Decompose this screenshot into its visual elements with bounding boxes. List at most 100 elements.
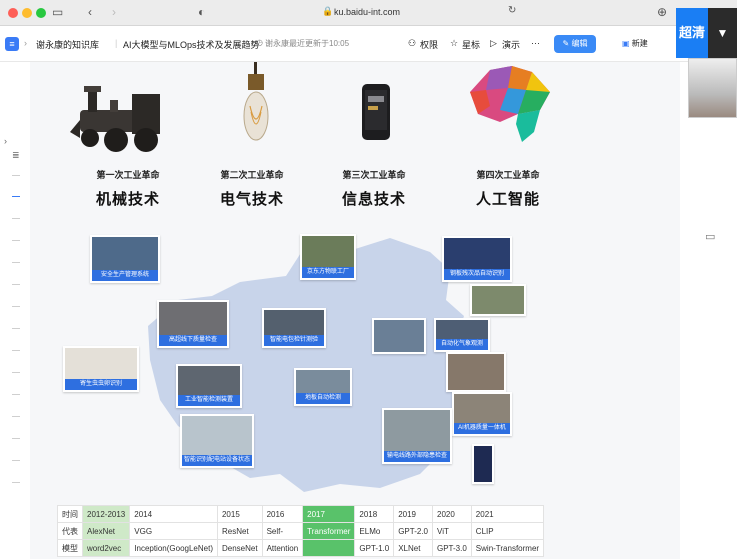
photo-caption: 智能识别配电站设备状态 xyxy=(182,455,252,466)
outline-entry[interactable] xyxy=(12,350,20,351)
breadcrumb-separator: | xyxy=(115,38,118,48)
close-window-button[interactable] xyxy=(8,8,18,18)
outline-entry[interactable] xyxy=(12,328,20,329)
model-cell: CLIP xyxy=(470,522,545,540)
outline-entry[interactable] xyxy=(12,240,20,241)
download-icon[interactable]: ⊕ xyxy=(657,5,667,19)
outline-icon[interactable]: ≣ xyxy=(12,150,20,161)
comment-icon[interactable]: ▭ xyxy=(705,230,715,243)
slide-image: 第一次工业革命 机械技术 第二次工业革命 电气技术 第三次工业革命 信息技术 第… xyxy=(30,62,680,559)
privacy-shield-icon[interactable]: ◐ xyxy=(198,5,205,19)
outline-entry[interactable] xyxy=(12,306,20,307)
back-icon[interactable]: ‹ xyxy=(88,5,92,19)
photo-floor: 地板自动检测 xyxy=(294,368,352,406)
photo-caption: 智能电包检针测验 xyxy=(264,335,324,346)
expand-outline-icon[interactable]: › xyxy=(4,136,7,146)
era-4-subtitle: 第四次工业革命 xyxy=(476,170,540,180)
photo-small-4 xyxy=(472,444,494,484)
photo-caption: 地板自动检测 xyxy=(296,393,350,404)
outline-entry[interactable] xyxy=(12,394,20,395)
quality-dropdown-icon[interactable]: ▼ xyxy=(708,8,737,58)
outline-entry-active[interactable] xyxy=(12,196,20,197)
model-cell: word2vec xyxy=(81,539,131,557)
era-4: 第四次工业革命 人工智能 xyxy=(458,168,558,209)
edison-bulb-illustration xyxy=(243,62,269,141)
doc-title: AI大模型与MLOps技术及发展趋势 xyxy=(123,40,260,50)
photo-small-1 xyxy=(470,284,526,316)
photo-caption: 安全生产管理系统 xyxy=(92,270,158,281)
outline-entry[interactable] xyxy=(12,372,20,373)
era-3-subtitle: 第三次工业革命 xyxy=(342,170,406,180)
outline-entry[interactable] xyxy=(12,218,20,219)
outline-entry[interactable] xyxy=(12,416,20,417)
photo-safety-mgmt: 安全生产管理系统 xyxy=(90,235,160,283)
update-note: 谢永康最近更新于10:05 xyxy=(265,39,350,48)
year-cell: 2014 xyxy=(129,505,218,523)
model-cell: Swin-Transformer xyxy=(470,539,545,557)
model-cell: GPT-1.0 xyxy=(354,539,395,557)
edit-button[interactable]: ✎ 编辑 xyxy=(554,35,596,53)
model-cell: ELMo xyxy=(354,522,395,540)
lock-icon: 🔒 xyxy=(322,6,334,16)
zoom-window-button[interactable] xyxy=(36,8,46,18)
era-1-title: 机械技术 xyxy=(95,191,160,208)
year-cell: 2020 xyxy=(432,505,472,523)
outline-entry[interactable] xyxy=(12,460,20,461)
year-cell: 2018 xyxy=(354,505,395,523)
table-row: 模型 word2vec Inception(GoogLeNet) DenseNe… xyxy=(57,539,545,557)
photo-caption: 自动化气象观测 xyxy=(436,339,488,350)
model-cell: Self- xyxy=(261,522,304,540)
star-icon[interactable]: ☆ xyxy=(450,38,458,49)
model-cell: GPT-2.0 xyxy=(393,522,433,540)
outline-entry[interactable] xyxy=(12,438,20,439)
photo-boe-factory: 京东方物联工厂 xyxy=(300,234,356,280)
outline-entry[interactable] xyxy=(12,482,20,483)
new-doc-button[interactable]: ▣ 新建 xyxy=(622,38,648,49)
star-button[interactable]: 星标 xyxy=(462,38,480,51)
outline-entry[interactable] xyxy=(12,175,20,176)
speaker-video-thumbnail[interactable] xyxy=(688,58,737,118)
year-cell: 2015 xyxy=(216,505,263,523)
model-cell: GPT-3.0 xyxy=(432,539,472,557)
video-quality-button[interactable]: 超清 xyxy=(676,8,708,58)
era-4-title: 人工智能 xyxy=(475,191,540,208)
model-cell: AlexNet xyxy=(81,522,131,540)
edit-label: 编辑 xyxy=(571,39,588,48)
model-cell: Inception(GoogLeNet) xyxy=(129,539,218,557)
row-label: 模型 xyxy=(57,539,83,557)
table-row: 时间 2012-2013 2014 2015 2016 2017 2018 20… xyxy=(57,505,545,523)
photo-caption: 京东方物联工厂 xyxy=(302,267,354,278)
model-cell xyxy=(302,539,356,557)
photo-ai-machine: AI机器质量一体机 xyxy=(452,392,512,436)
clock-icon: ◷ xyxy=(256,38,263,47)
present-button[interactable]: 演示 xyxy=(502,38,520,51)
ai-brain-illustration xyxy=(470,66,550,142)
kb-breadcrumb[interactable]: 谢永康的知识库 xyxy=(36,38,99,51)
photo-caption: 钢板残次品自动识别 xyxy=(444,269,510,280)
model-cell: ViT xyxy=(432,522,472,540)
knowledge-base-icon[interactable]: ≡ xyxy=(5,37,19,51)
photo-power-line: 输电线路外部隐患检查 xyxy=(382,408,452,464)
more-button[interactable]: ··· xyxy=(531,38,540,48)
photo-weather: 自动化气象观测 xyxy=(434,318,490,352)
photo-parasite: 寄生虫虫卵识别 xyxy=(63,346,139,392)
photo-substation: 智能识别配电站设备状态 xyxy=(180,414,254,468)
permission-button[interactable]: 权限 xyxy=(420,38,438,51)
outline-entry[interactable] xyxy=(12,284,20,285)
minimize-window-button[interactable] xyxy=(22,8,32,18)
reload-icon[interactable]: ↻ xyxy=(508,5,516,16)
address-bar[interactable]: ku.baidu-int.com xyxy=(334,7,400,17)
new-doc-label: 新建 xyxy=(631,39,648,48)
new-doc-icon: ▣ xyxy=(622,39,630,48)
era-2-subtitle: 第二次工业革命 xyxy=(220,170,284,180)
era-1-subtitle: 第一次工业革命 xyxy=(96,170,160,180)
photo-caption: 输电线路外部隐患检查 xyxy=(384,451,450,462)
forward-icon[interactable]: › xyxy=(112,5,116,19)
photo-caption: 寄生虫虫卵识别 xyxy=(65,379,137,390)
sidebar-toggle-icon[interactable]: ▭ xyxy=(52,5,63,19)
photo-small-3 xyxy=(446,352,506,392)
present-icon[interactable]: ▷ xyxy=(490,38,497,49)
photo-steel-defect: 钢板残次品自动识别 xyxy=(442,236,512,282)
permission-icon[interactable]: ⚇ xyxy=(408,38,416,49)
outline-entry[interactable] xyxy=(12,262,20,263)
